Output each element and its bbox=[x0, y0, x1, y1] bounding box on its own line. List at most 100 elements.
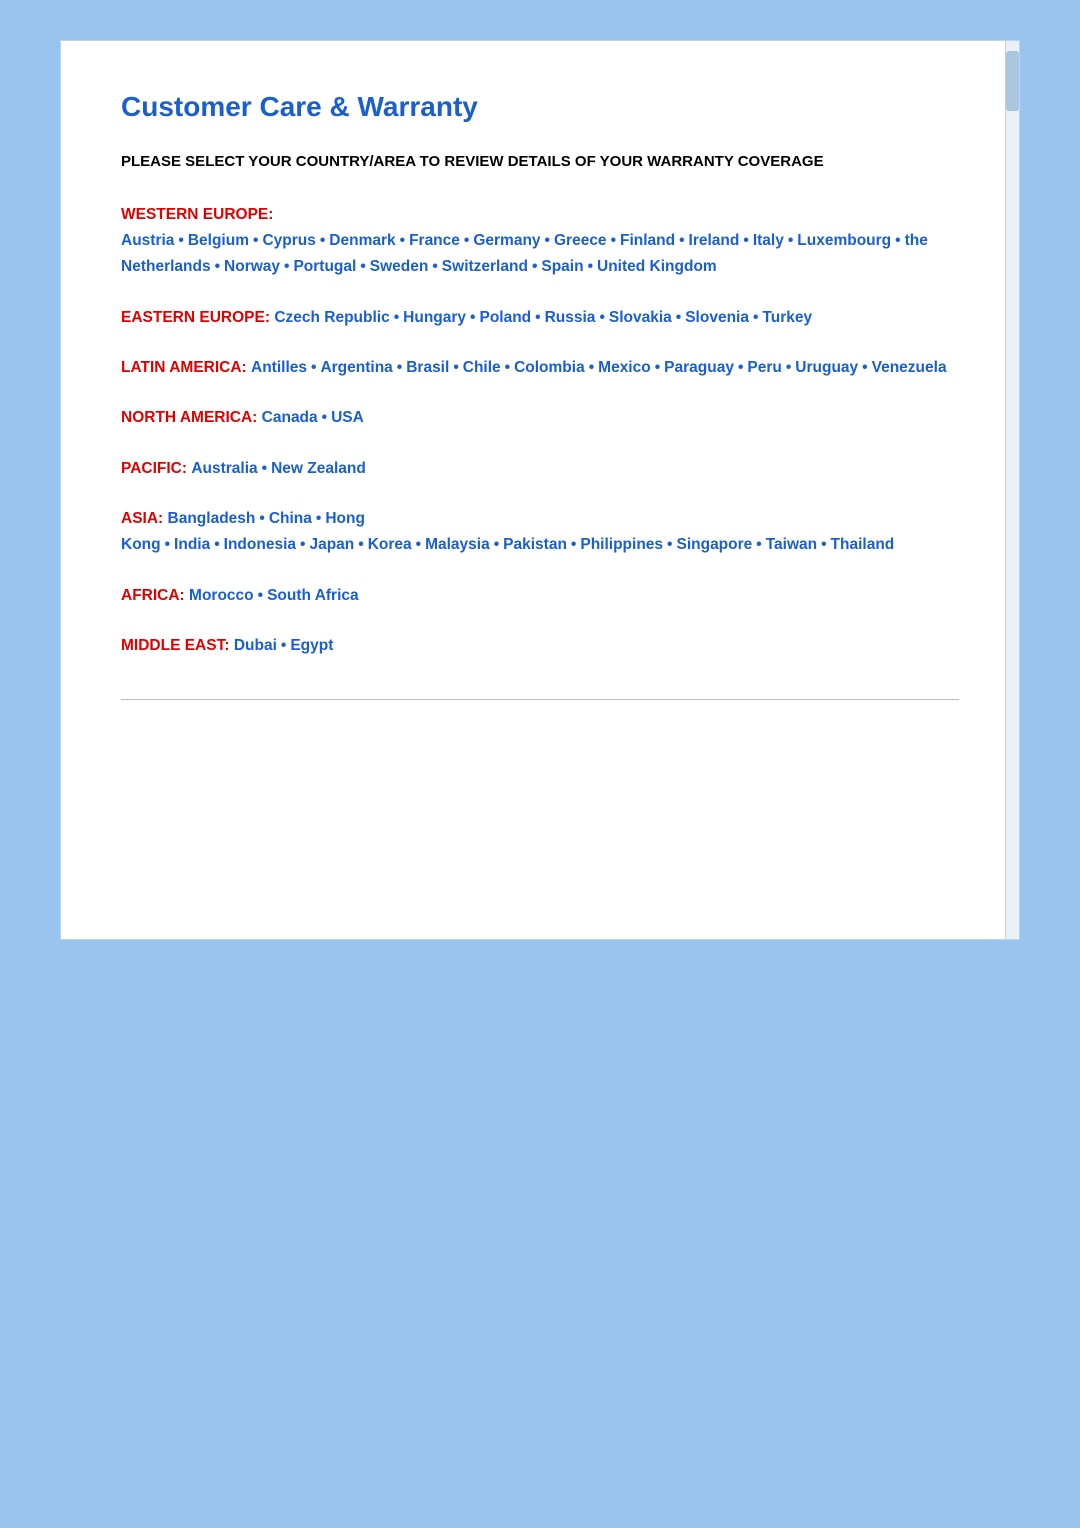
country-link-morocco[interactable]: Morocco bbox=[189, 587, 254, 604]
country-link-usa[interactable]: USA bbox=[331, 409, 364, 426]
bullet: • bbox=[532, 258, 537, 275]
bullet: • bbox=[756, 536, 761, 553]
region-label-western-europe: WESTERN EUROPE: bbox=[121, 206, 273, 223]
bullet: • bbox=[464, 232, 469, 249]
country-link-mexico[interactable]: Mexico bbox=[598, 359, 651, 376]
region-block-western-europe: WESTERN EUROPE: Austria•Belgium•Cyprus•D… bbox=[121, 202, 959, 281]
bullet: • bbox=[311, 359, 316, 376]
country-link-bangladesh[interactable]: Bangladesh bbox=[168, 510, 256, 527]
country-link-italy[interactable]: Italy bbox=[753, 232, 784, 249]
country-link-uruguay[interactable]: Uruguay bbox=[795, 359, 858, 376]
country-link-poland[interactable]: Poland bbox=[479, 309, 531, 326]
country-link-taiwan[interactable]: Taiwan bbox=[766, 536, 817, 553]
country-link-turkey[interactable]: Turkey bbox=[762, 309, 812, 326]
country-link-japan[interactable]: Japan bbox=[309, 536, 354, 553]
bullet: • bbox=[316, 510, 321, 527]
country-link-portugal[interactable]: Portugal bbox=[293, 258, 356, 275]
bullet: • bbox=[394, 309, 399, 326]
bullet: • bbox=[215, 258, 220, 275]
page-container: Customer Care & Warranty PLEASE SELECT Y… bbox=[60, 40, 1020, 940]
country-link-colombia[interactable]: Colombia bbox=[514, 359, 585, 376]
country-link-new-zealand[interactable]: New Zealand bbox=[271, 460, 366, 477]
bullet: • bbox=[258, 587, 263, 604]
region-block-pacific: PACIFIC: Australia•New Zealand bbox=[121, 456, 959, 482]
country-link-argentina[interactable]: Argentina bbox=[320, 359, 392, 376]
bullet: • bbox=[284, 258, 289, 275]
country-link-switzerland[interactable]: Switzerland bbox=[442, 258, 528, 275]
region-block-africa: AFRICA: Morocco•South Africa bbox=[121, 583, 959, 609]
bullet: • bbox=[895, 232, 900, 249]
bullet: • bbox=[535, 309, 540, 326]
bullet: • bbox=[320, 232, 325, 249]
country-link-czech-republic[interactable]: Czech Republic bbox=[274, 309, 389, 326]
region-label-eastern-europe: EASTERN EUROPE: bbox=[121, 309, 270, 326]
country-link-hungary[interactable]: Hungary bbox=[403, 309, 466, 326]
country-link-germany[interactable]: Germany bbox=[473, 232, 540, 249]
country-link-thailand[interactable]: Thailand bbox=[831, 536, 895, 553]
country-link-finland[interactable]: Finland bbox=[620, 232, 675, 249]
country-link-malaysia[interactable]: Malaysia bbox=[425, 536, 490, 553]
bullet: • bbox=[611, 232, 616, 249]
region-block-asia: ASIA: Bangladesh•China•Hong Kong•India•I… bbox=[121, 506, 959, 559]
country-link-luxembourg[interactable]: Luxembourg bbox=[797, 232, 891, 249]
country-link-india[interactable]: India bbox=[174, 536, 210, 553]
bullet: • bbox=[743, 232, 748, 249]
country-link-paraguay[interactable]: Paraguay bbox=[664, 359, 734, 376]
country-link-ireland[interactable]: Ireland bbox=[689, 232, 740, 249]
country-link-norway[interactable]: Norway bbox=[224, 258, 280, 275]
bullet: • bbox=[214, 536, 219, 553]
bullet: • bbox=[862, 359, 867, 376]
bullet: • bbox=[178, 232, 183, 249]
bullet: • bbox=[589, 359, 594, 376]
bullet: • bbox=[676, 309, 681, 326]
country-link-spain[interactable]: Spain bbox=[541, 258, 583, 275]
bullet: • bbox=[300, 536, 305, 553]
country-link-russia[interactable]: Russia bbox=[545, 309, 596, 326]
country-link-pakistan[interactable]: Pakistan bbox=[503, 536, 567, 553]
country-link-antilles[interactable]: Antilles bbox=[251, 359, 307, 376]
country-link-austria[interactable]: Austria bbox=[121, 232, 174, 249]
region-block-middle-east: MIDDLE EAST: Dubai•Egypt bbox=[121, 633, 959, 659]
country-link-denmark[interactable]: Denmark bbox=[329, 232, 395, 249]
country-link-chile[interactable]: Chile bbox=[463, 359, 501, 376]
country-link-korea[interactable]: Korea bbox=[368, 536, 412, 553]
country-link-indonesia[interactable]: Indonesia bbox=[224, 536, 296, 553]
region-label-latin-america: LATIN AMERICA: bbox=[121, 359, 247, 376]
country-link-philippines[interactable]: Philippines bbox=[580, 536, 663, 553]
country-link-brasil[interactable]: Brasil bbox=[406, 359, 449, 376]
bullet: • bbox=[655, 359, 660, 376]
scrollbar-thumb[interactable] bbox=[1006, 51, 1019, 111]
bullet: • bbox=[599, 309, 604, 326]
country-link-slovenia[interactable]: Slovenia bbox=[685, 309, 749, 326]
bullet: • bbox=[281, 637, 286, 654]
country-link-china[interactable]: China bbox=[269, 510, 312, 527]
region-label-asia: ASIA: bbox=[121, 510, 163, 527]
region-label-north-america: NORTH AMERICA: bbox=[121, 409, 257, 426]
country-link-dubai[interactable]: Dubai bbox=[234, 637, 277, 654]
country-link-france[interactable]: France bbox=[409, 232, 460, 249]
country-link-australia[interactable]: Australia bbox=[191, 460, 257, 477]
country-link-singapore[interactable]: Singapore bbox=[676, 536, 752, 553]
country-link-united-kingdom[interactable]: United Kingdom bbox=[597, 258, 717, 275]
country-link-canada[interactable]: Canada bbox=[262, 409, 318, 426]
bullet: • bbox=[667, 536, 672, 553]
bullet: • bbox=[262, 460, 267, 477]
scrollbar[interactable] bbox=[1005, 41, 1019, 939]
bullet: • bbox=[165, 536, 170, 553]
bullet: • bbox=[571, 536, 576, 553]
country-link-peru[interactable]: Peru bbox=[747, 359, 781, 376]
bullet: • bbox=[432, 258, 437, 275]
country-link-belgium[interactable]: Belgium bbox=[188, 232, 249, 249]
region-block-eastern-europe: EASTERN EUROPE: Czech Republic•Hungary•P… bbox=[121, 305, 959, 331]
bullet: • bbox=[416, 536, 421, 553]
country-link-cyprus[interactable]: Cyprus bbox=[262, 232, 315, 249]
country-link-south-africa[interactable]: South Africa bbox=[267, 587, 359, 604]
country-link-venezuela[interactable]: Venezuela bbox=[872, 359, 947, 376]
country-link-slovakia[interactable]: Slovakia bbox=[609, 309, 672, 326]
bullet: • bbox=[253, 232, 258, 249]
country-link-greece[interactable]: Greece bbox=[554, 232, 607, 249]
country-link-egypt[interactable]: Egypt bbox=[290, 637, 333, 654]
bullet: • bbox=[505, 359, 510, 376]
divider bbox=[121, 699, 959, 700]
country-link-sweden[interactable]: Sweden bbox=[370, 258, 429, 275]
